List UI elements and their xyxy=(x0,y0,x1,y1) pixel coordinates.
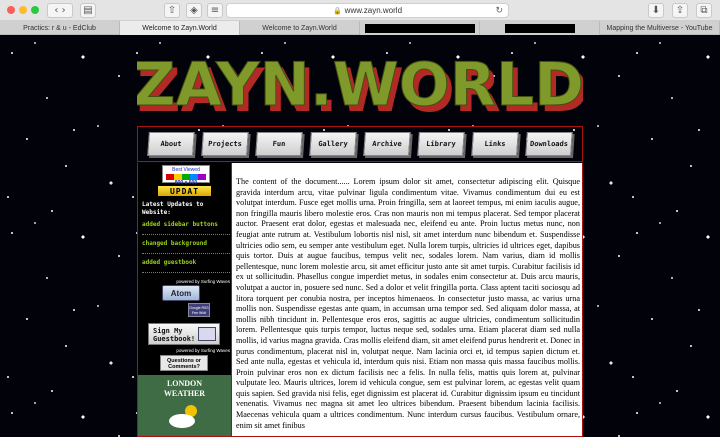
update-badge: UPDAT xyxy=(157,185,212,197)
address-bar[interactable]: 🔒 www.zayn.world ↻ xyxy=(226,3,509,18)
main-content: The content of the document...... Lorem … xyxy=(232,163,583,437)
tab-zayn-world[interactable]: Welcome to Zayn.World xyxy=(240,21,360,35)
download-icon[interactable]: ⬇ xyxy=(648,3,664,18)
shield-icon[interactable]: ◈ xyxy=(186,3,202,18)
powered-by-text: powered by Surfing Waves xyxy=(176,279,230,284)
sidebar: Best Viewed 800 x 600 UPDAT Latest Updat… xyxy=(137,163,232,437)
page-background: ZAYN.WORLD ZAYN.WORLD About Projects Fun… xyxy=(0,35,720,437)
share-icon[interactable]: ⇪ xyxy=(672,3,688,18)
rss-feed-button[interactable]: Google RSS Fee Widt xyxy=(188,303,210,317)
content-text: The content of the document...... Lorem … xyxy=(236,177,580,430)
nav-fun-button[interactable]: Fun xyxy=(255,132,303,156)
tab-edclub[interactable]: Practics: r & u - EdClub xyxy=(0,21,120,35)
weather-widget[interactable]: LONDON WEATHER xyxy=(138,375,231,436)
reload-icon[interactable]: ↻ xyxy=(495,5,503,16)
close-window-icon[interactable] xyxy=(7,6,15,14)
lock-icon: 🔒 xyxy=(332,7,342,15)
reader-icon[interactable]: ≡ xyxy=(207,3,223,18)
logo-text: ZAYN.WORLD xyxy=(137,50,583,120)
tab-youtube[interactable]: Mapping the Multiverse - YouTube xyxy=(600,21,720,35)
fullscreen-window-icon[interactable] xyxy=(31,6,39,14)
tab-bar: Practics: r & u - EdClub Welcome to Zayn… xyxy=(0,21,720,35)
latest-updates-title: Latest Updates to Website: xyxy=(142,201,204,216)
powered-by-text: powered by Surfing Waves xyxy=(176,348,230,353)
back-forward-buttons[interactable]: ‹ › xyxy=(47,3,73,18)
nav-downloads-button[interactable]: Downloads xyxy=(525,132,573,156)
atom-feed-button[interactable]: Atom xyxy=(162,285,200,301)
nav-projects-button[interactable]: Projects xyxy=(201,132,249,156)
nav-library-button[interactable]: Library xyxy=(417,132,465,156)
main-nav: About Projects Fun Gallery Archive Libra… xyxy=(137,126,583,162)
share-extension-icon[interactable]: ⇧ xyxy=(164,3,180,18)
site-logo: ZAYN.WORLD ZAYN.WORLD xyxy=(137,50,583,124)
update-item: changed background xyxy=(142,240,230,254)
browser-toolbar: ‹ › ▤ ⇧ ◈ ≡ 🔒 www.zayn.world ↻ ⬇ ⇪ ⧉ xyxy=(0,0,720,21)
minimize-window-icon[interactable] xyxy=(19,6,27,14)
url-text: www.zayn.world xyxy=(344,6,403,15)
guestbook-button[interactable]: Sign My Guestbook! xyxy=(148,323,220,345)
tab-redacted-2[interactable] xyxy=(480,21,600,35)
nav-archive-button[interactable]: Archive xyxy=(363,132,411,156)
guestbook-icon xyxy=(198,327,216,341)
update-item: added sidebar buttons xyxy=(142,221,230,235)
tab-zayn-world-active[interactable]: Welcome to Zayn.World xyxy=(120,21,240,35)
sidebar-toggle-icon[interactable]: ▤ xyxy=(80,3,96,18)
partly-cloudy-icon xyxy=(168,405,197,428)
nav-links-button[interactable]: Links xyxy=(471,132,519,156)
nav-gallery-button[interactable]: Gallery xyxy=(309,132,357,156)
tabs-overview-icon[interactable]: ⧉ xyxy=(696,3,712,18)
update-item: added guestbook xyxy=(142,259,230,273)
nav-about-button[interactable]: About xyxy=(147,132,195,156)
best-viewed-badge: Best Viewed 800 x 600 xyxy=(162,165,210,186)
questions-comments-button[interactable]: Questions or Comments? xyxy=(160,355,208,371)
tab-redacted-1[interactable] xyxy=(360,21,480,35)
